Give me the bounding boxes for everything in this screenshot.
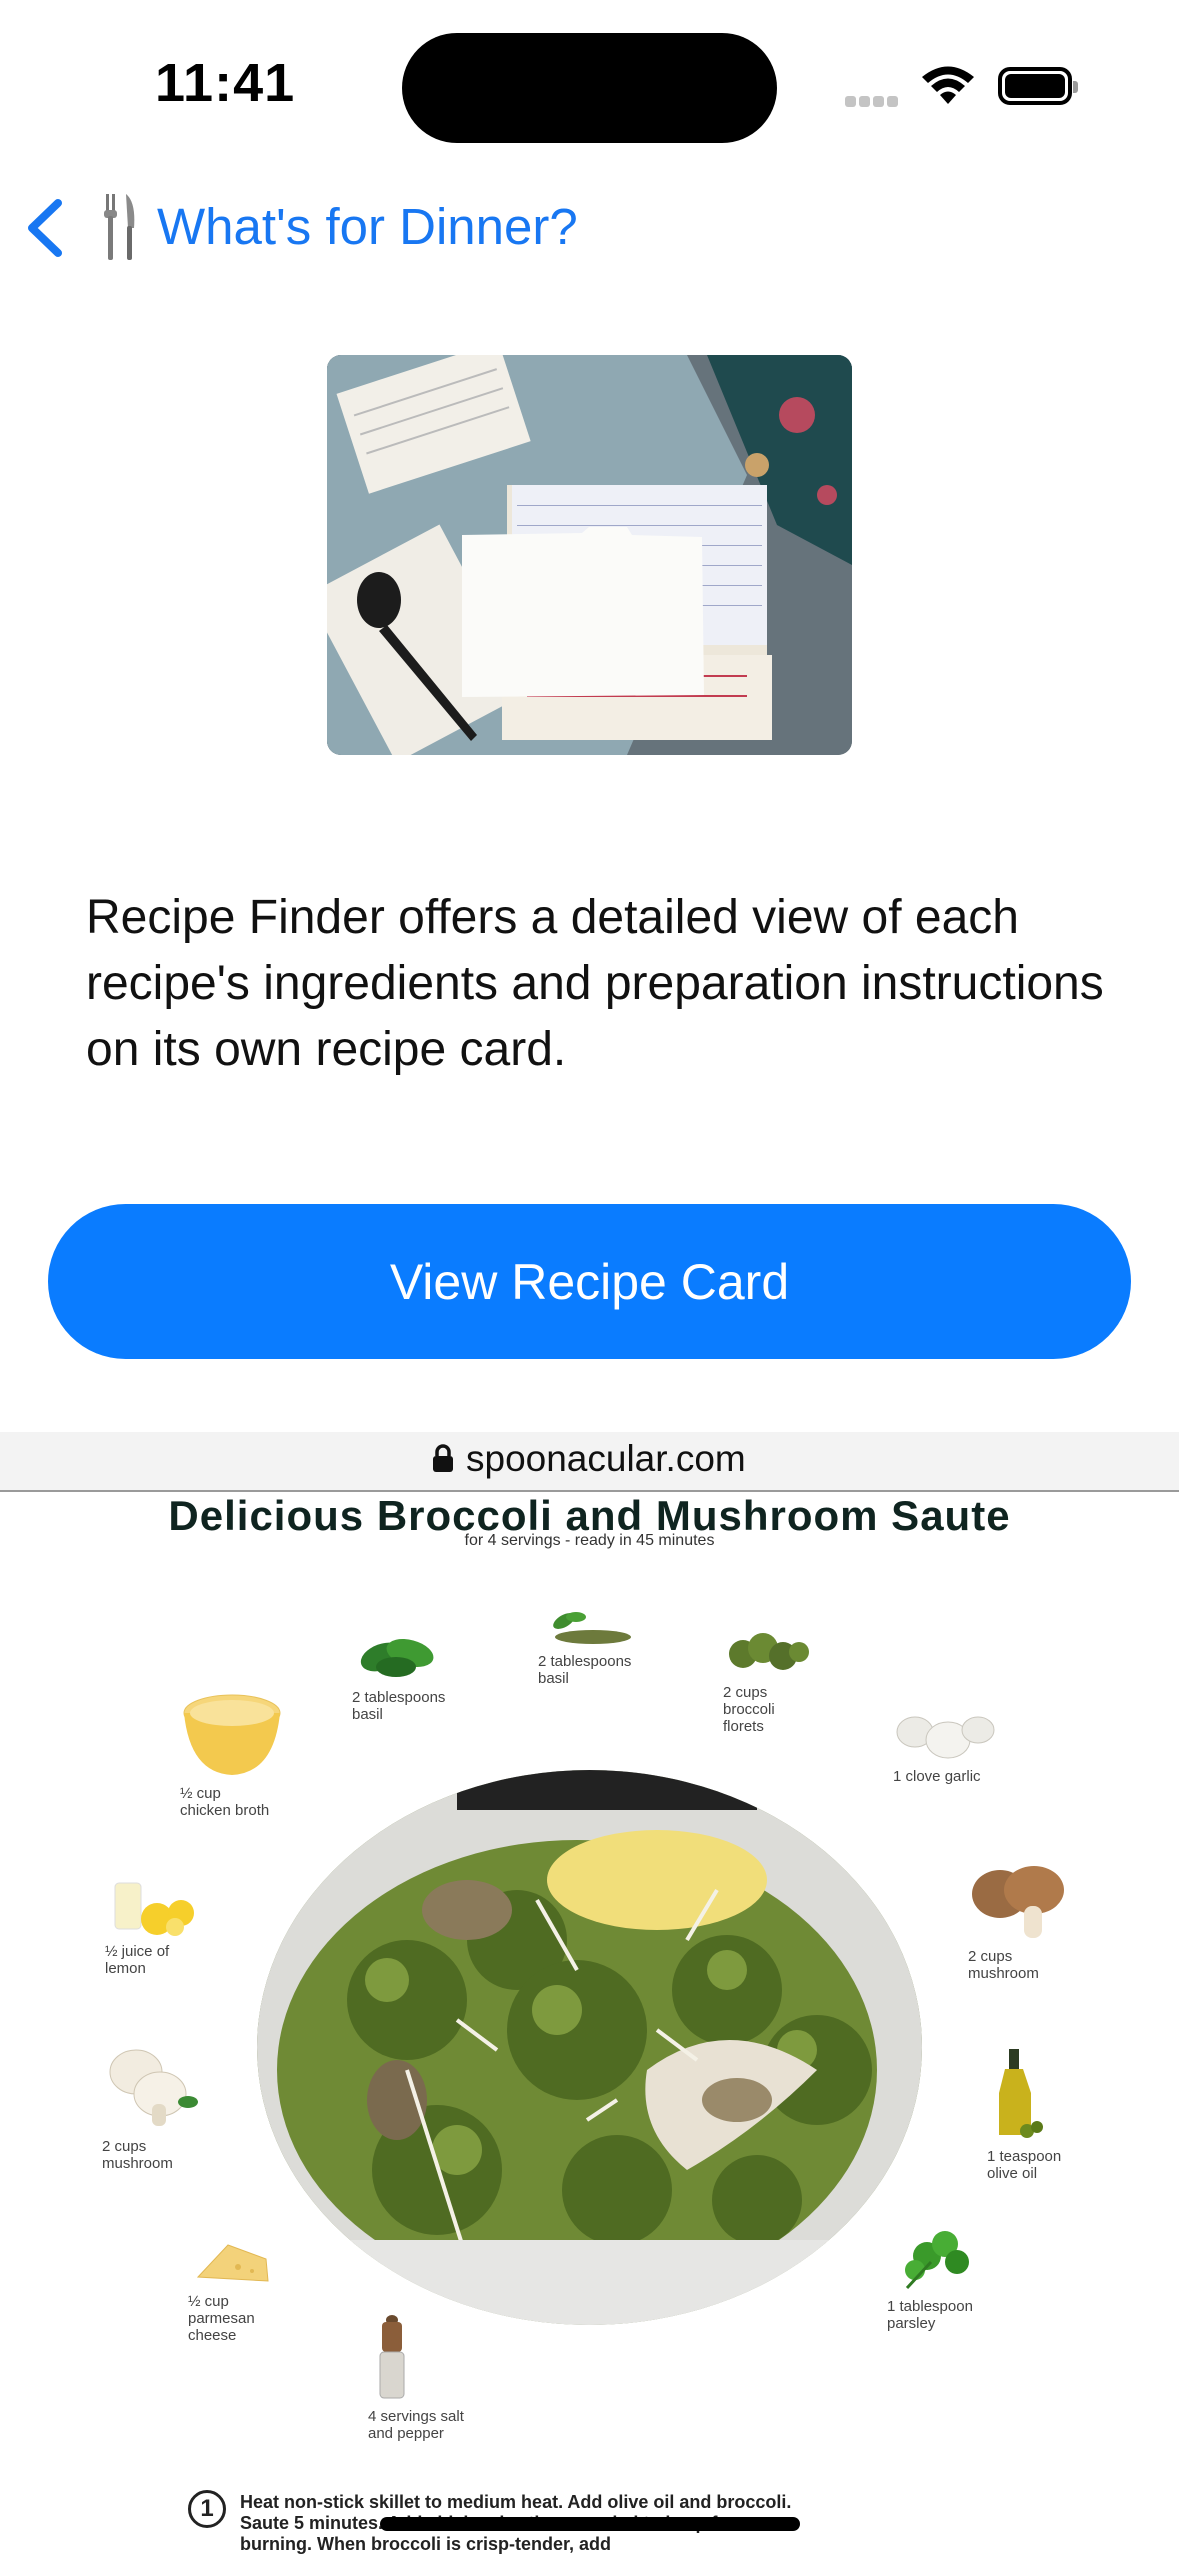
ingredient-garlic: 1 clove garlic [893,1702,1003,1785]
ingredient-basil: 2 tablespoons basil [352,1627,445,1723]
ingredient-mushroom: 2 cups mushroom [968,1862,1073,1982]
ingredient-mushroom: 2 cups mushroom [102,2042,202,2172]
pepper-grinder-icon [379,2315,405,2399]
nav-title[interactable]: What's for Dinner? [157,197,578,256]
recipe-card-webview: Delicious Broccoli and Mushroom Saute fo… [0,1492,1179,2556]
mushroom-icon [972,1866,1064,1938]
white-mushroom-icon [109,2049,198,2126]
parmesan-icon [196,2244,269,2282]
dynamic-island [402,33,777,143]
status-time: 11:41 [155,53,296,113]
home-indicator[interactable] [380,2517,800,2531]
view-recipe-card-button[interactable]: View Recipe Card [48,1204,1131,1359]
step-number-badge: 1 [188,2490,226,2528]
ingredient-parmesan: ½ cup parmesan cheese [188,2237,278,2344]
broccoli-icon [729,1633,809,1670]
url-bar[interactable]: spoonacular.com [0,1432,1179,1492]
url-text: spoonacular.com [466,1438,746,1479]
fork-and-knife-icon [104,194,135,260]
broth-bowl-icon [183,1694,281,1775]
recipe-cards-image [327,355,852,755]
cellular-signal-icon [845,94,901,112]
screen: 11:41 What's for Dinner? Recipe Finder o… [0,0,1179,2556]
wifi-icon [922,66,974,104]
dried-basil-icon [553,1612,631,1644]
ingredient-parsley: 1 tablespoon parsley [887,2222,987,2332]
nav-bar: What's for Dinner? [0,180,1179,270]
recipe-subtitle: for 4 servings - ready in 45 minutes [464,1532,715,1549]
status-bar: 11:41 [0,0,1179,170]
lock-icon [433,1444,453,1472]
battery-icon [998,67,1078,105]
ingredient-broccoli: 2 cups broccoli florets [723,1632,813,1735]
back-chevron-icon[interactable] [20,198,70,258]
basil-icon [360,1638,434,1677]
garlic-icon [896,1716,995,1759]
ingredient-chicken-broth: ½ cup chicken broth [180,1687,285,1819]
ingredient-salt-and-pepper: 4 servings salt and pepper [368,2312,464,2442]
description-text: Recipe Finder offers a detailed view of … [86,891,1104,1076]
olive-oil-bottle-icon [999,2049,1043,2138]
parsley-icon [905,2231,969,2290]
ingredient-basil: 2 tablespoons basil [538,1607,633,1687]
ingredient-olive-oil: 1 teaspoon olive oil [987,2047,1061,2182]
lemon-icon [114,1882,194,1936]
broccoli-mushroom-dish-photo [257,1770,922,2325]
ingredient-lemon: ½ juice of lemon [105,1877,200,1977]
